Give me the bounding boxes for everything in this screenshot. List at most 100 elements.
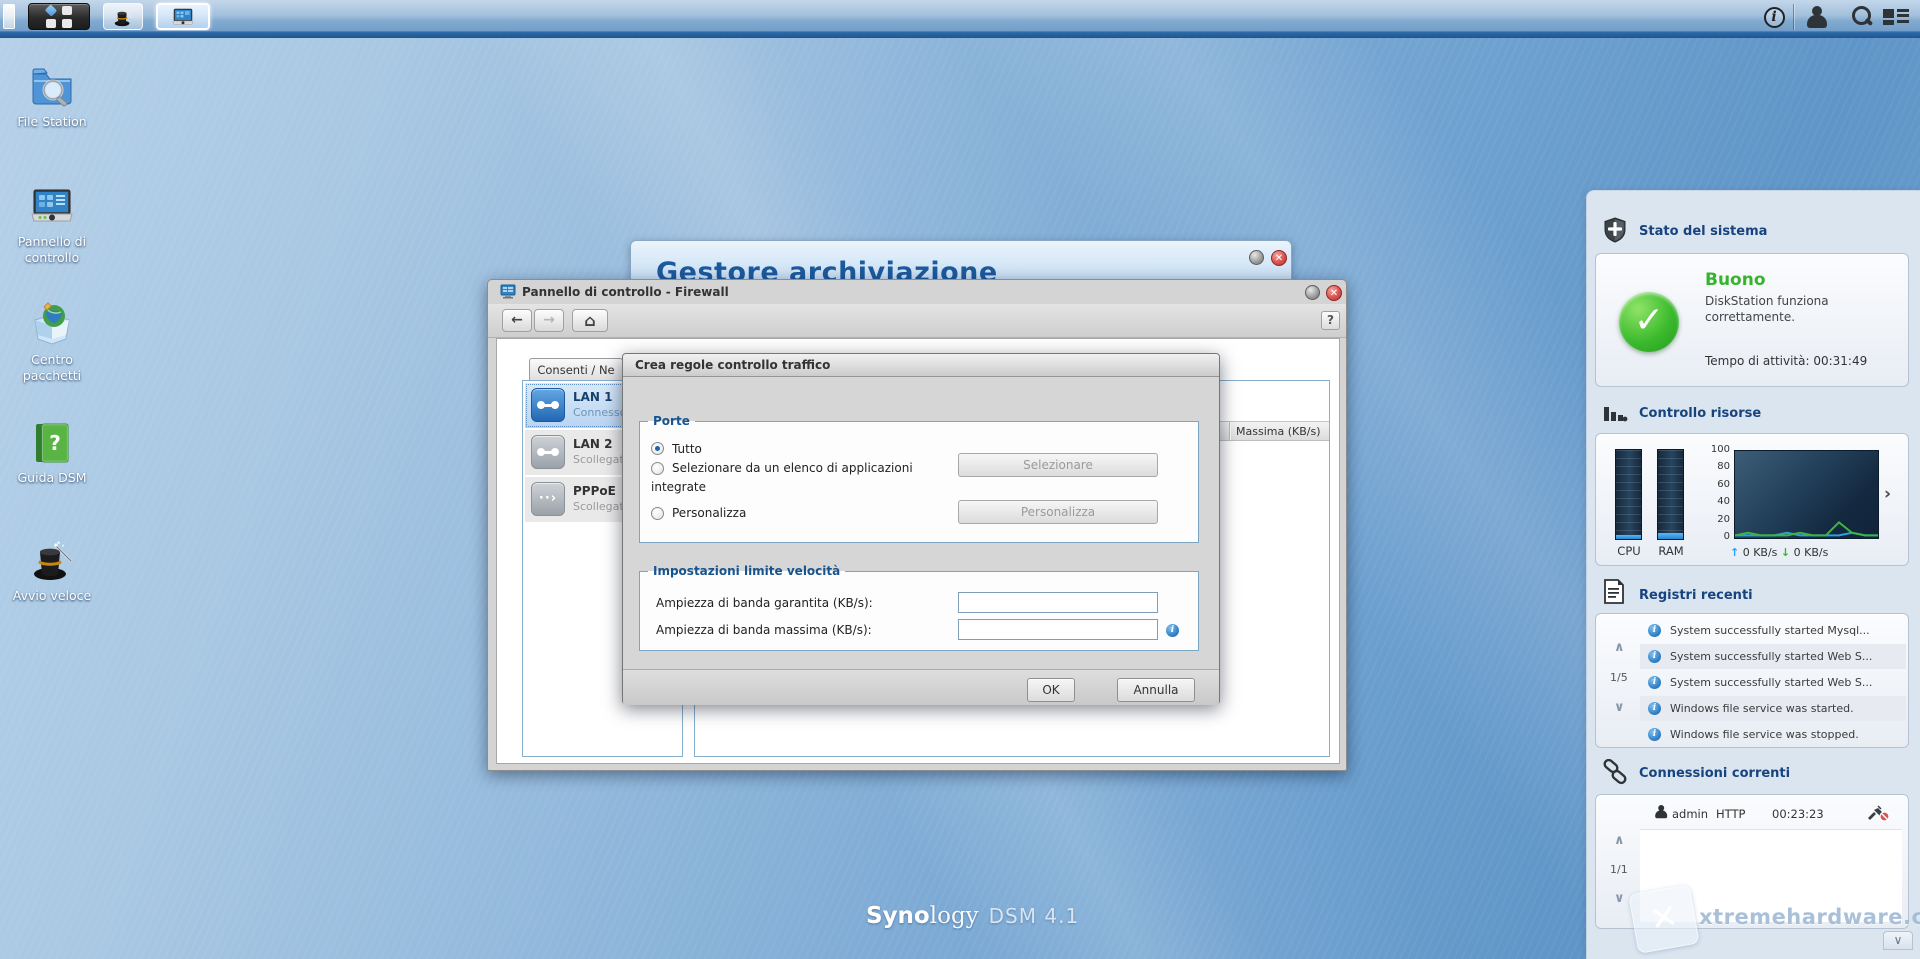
user-icon: [1805, 6, 1829, 28]
y-tick: 60: [1717, 479, 1730, 490]
home-button[interactable]: ⌂: [572, 309, 608, 332]
synology-logo-light: logy: [929, 903, 979, 929]
minimize-button[interactable]: [1249, 250, 1264, 265]
connection-duration: 00:23:23: [1772, 807, 1824, 821]
y-tick: 20: [1717, 514, 1730, 525]
forward-button[interactable]: →: [534, 309, 564, 332]
sidebar-collapse-icon[interactable]: ∨: [1883, 931, 1913, 950]
system-status-card: ✓ Buono DiskStation funziona correttamen…: [1595, 253, 1909, 387]
logs-page-down-icon[interactable]: ∨: [1614, 701, 1625, 714]
pilot-view-button[interactable]: [1882, 5, 1910, 29]
desktop-icon-quick-start[interactable]: Avvio veloce: [0, 536, 104, 604]
lan-disconnected-icon: [531, 435, 565, 469]
logs-page-up-icon[interactable]: ∧: [1614, 641, 1625, 654]
taskbar-app-quick-start[interactable]: [103, 3, 143, 30]
radio-all-label[interactable]: Tutto: [672, 442, 702, 456]
log-list: i System successfully started Mysql... iS…: [1640, 618, 1906, 748]
tab-consenti-nega[interactable]: Consenti / Ne: [529, 358, 623, 381]
dsm-branding: Synology DSM 4.1: [866, 903, 1079, 929]
firewall-toolbar: ← → ⌂: [488, 304, 1346, 338]
radio-custom-label[interactable]: Personalizza: [672, 506, 746, 520]
notifications-button[interactable]: i: [1762, 5, 1786, 29]
radio-builtin-apps[interactable]: [651, 462, 664, 475]
guaranteed-bandwidth-input[interactable]: [958, 592, 1158, 613]
file-station-icon: [32, 68, 72, 107]
cpu-gauge-fill: [1616, 534, 1641, 539]
desktop-icon-label: Centro pacchetti: [22, 352, 82, 383]
y-tick: 0: [1723, 531, 1730, 542]
network-speed-readout: ↑ 0 KB/s ↓ 0 KB/s: [1730, 546, 1828, 559]
column-separator: [1229, 422, 1230, 440]
recent-logs-card: ∧ 1/5 ∨ i System successfully started Mys…: [1595, 613, 1909, 748]
desktop-icon-control-panel[interactable]: Pannello di controllo: [0, 182, 104, 266]
desktop-icon-file-station[interactable]: File Station: [0, 62, 104, 130]
cpu-gauge: [1615, 449, 1642, 540]
minimize-button[interactable]: [1305, 285, 1320, 300]
log-info-icon: i: [1648, 702, 1661, 715]
control-panel-icon: [31, 189, 73, 222]
show-desktop-button[interactable]: [3, 4, 15, 29]
main-menu-icon: [44, 3, 72, 28]
close-icon[interactable]: ✕: [1271, 250, 1287, 266]
desktop-icon-package-center[interactable]: Centro pacchetti: [0, 300, 104, 384]
network-traffic-chart: [1734, 450, 1879, 539]
pilot-view-icon: [1883, 7, 1909, 27]
log-row[interactable]: i System successfully started Web S...: [1640, 670, 1906, 695]
upload-arrow-icon: ↑: [1730, 546, 1740, 559]
cpu-label: CPU: [1617, 544, 1641, 558]
back-button[interactable]: ←: [502, 309, 532, 332]
taskbar: i: [0, 0, 1920, 38]
firewall-titlebar[interactable]: Pannello di controllo - Firewall ✕: [488, 280, 1346, 304]
log-row[interactable]: i System successfully started Mysql...: [1640, 618, 1906, 643]
guaranteed-bandwidth-label: Ampiezza di banda garantita (KB/s):: [656, 596, 873, 610]
control-panel-taskbar-icon: [172, 8, 194, 25]
connections-page-down-icon[interactable]: ∨: [1614, 892, 1625, 905]
column-header-massima: Massima (KB/s): [1236, 425, 1321, 438]
log-info-icon: i: [1648, 728, 1661, 741]
select-apps-button[interactable]: Selezionare: [958, 453, 1158, 477]
desktop-icon-dsm-help[interactable]: ? Guida DSM: [0, 418, 104, 486]
shield-icon: [1604, 217, 1626, 243]
search-button[interactable]: [1848, 5, 1874, 29]
connections-page-up-icon[interactable]: ∧: [1614, 834, 1625, 847]
svg-text:?: ?: [49, 431, 61, 455]
ok-button[interactable]: OK: [1027, 678, 1075, 702]
expand-chevron-icon[interactable]: ›: [1884, 484, 1891, 504]
resource-monitor-card[interactable]: CPU RAM 100 80 60 40 20 0 ↑ 0 KB/s ↓ 0 K…: [1595, 433, 1909, 566]
log-row[interactable]: i Windows file service was stopped.: [1640, 722, 1906, 747]
search-icon: [1849, 5, 1873, 29]
ram-label: RAM: [1658, 544, 1684, 558]
taskbar-divider: [1793, 4, 1794, 30]
max-bandwidth-input[interactable]: [958, 619, 1158, 640]
y-tick: 80: [1717, 461, 1730, 472]
user-menu-button[interactable]: [1804, 5, 1830, 29]
desktop-icon-label: Avvio veloce: [12, 588, 92, 603]
dialog-titlebar[interactable]: Crea regole controllo traffico: [623, 354, 1219, 377]
quick-start-taskbar-icon: [114, 9, 133, 26]
close-icon[interactable]: ✕: [1326, 285, 1342, 301]
cancel-button[interactable]: Annulla: [1117, 678, 1195, 702]
connections-empty-area: [1640, 829, 1902, 922]
connections-icon: [1603, 759, 1627, 785]
help-button[interactable]: ?: [1321, 311, 1340, 330]
log-row[interactable]: i Windows file service was started.: [1640, 696, 1906, 721]
system-status-title: Stato del sistema: [1639, 224, 1768, 239]
main-menu-button[interactable]: [28, 3, 90, 30]
dialog-title: Crea regole controllo traffico: [635, 358, 831, 372]
connection-row[interactable]: admin HTTP 00:23:23: [1654, 803, 1902, 825]
status-ok-icon: ✓: [1619, 292, 1679, 352]
status-state: Buono: [1705, 270, 1766, 290]
radio-builtin-label-line1[interactable]: Selezionare da un elenco di applicazioni: [672, 461, 913, 475]
bandwidth-info-icon[interactable]: i: [1166, 624, 1179, 637]
status-description-2: correttamente.: [1705, 310, 1796, 324]
taskbar-app-control-panel[interactable]: [156, 3, 210, 30]
logs-pager: 1/5: [1610, 671, 1628, 684]
disconnect-icon[interactable]: [1866, 804, 1890, 822]
customize-button[interactable]: Personalizza: [958, 500, 1158, 524]
connection-user: admin: [1672, 807, 1709, 821]
log-row[interactable]: i System successfully started Web S...: [1640, 644, 1906, 669]
log-info-icon: i: [1648, 650, 1661, 663]
radio-all-ports[interactable]: [651, 442, 664, 455]
radio-custom-ports[interactable]: [651, 507, 664, 520]
window-title: Pannello di controllo - Firewall: [522, 285, 729, 299]
